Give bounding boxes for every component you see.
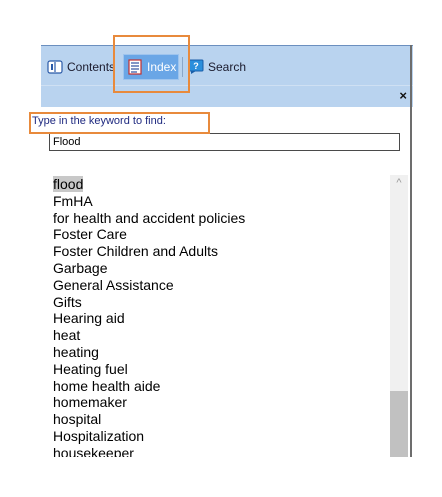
tab-search[interactable]: ? Search	[188, 55, 246, 79]
index-list-item[interactable]: flood	[53, 176, 383, 193]
tab-index[interactable]: Index	[123, 54, 179, 80]
index-list-item-label: Hospitalization	[53, 427, 145, 444]
index-list-item[interactable]: homemaker	[53, 394, 383, 411]
svg-text:?: ?	[193, 61, 199, 71]
panel-right-border	[410, 45, 412, 457]
scroll-up-arrow-icon[interactable]: ^	[390, 177, 408, 193]
index-list-item[interactable]: Foster Care	[53, 226, 383, 243]
index-list-item[interactable]: FmHA	[53, 193, 383, 210]
keyword-prompt-label: Type in the keyword to find:	[32, 115, 166, 127]
keyword-search-input[interactable]	[49, 133, 400, 151]
index-list-item[interactable]: Gifts	[53, 294, 383, 311]
tab-contents-label: Contents	[67, 60, 116, 74]
index-list-item-label: flood	[53, 176, 84, 192]
close-icon[interactable]: ×	[399, 88, 407, 103]
index-list-item-label: Garbage	[53, 259, 108, 276]
tab-index-label: Index	[147, 60, 177, 74]
tab-search-label: Search	[208, 60, 247, 74]
tab-contents[interactable]: Contents	[47, 55, 115, 79]
index-list-item[interactable]: Heating fuel	[53, 361, 383, 378]
index-list-item[interactable]: General Assistance	[53, 277, 383, 294]
scrollbar-thumb[interactable]	[390, 391, 408, 457]
index-list-item-label: for health and accident policies	[53, 209, 246, 226]
index-list-item-label: homemaker	[53, 394, 127, 411]
search-help-icon: ?	[188, 59, 204, 75]
index-list-item-label: Gifts	[53, 293, 82, 310]
index-list-item-label: heat	[53, 327, 81, 344]
navigation-tab-bar: Contents Index ? Search	[41, 45, 413, 85]
index-list-item-label: General Assistance	[53, 276, 174, 293]
index-list-item-label: home health aide	[53, 377, 161, 394]
index-list-item-label: hospital	[53, 411, 102, 428]
index-list-item[interactable]: heating	[53, 344, 383, 361]
index-list-item[interactable]: heat	[53, 327, 383, 344]
panel-header-bar: ×	[41, 85, 413, 107]
index-keyword-list: flood FmHA for health and accident policie…	[53, 176, 383, 457]
index-list-item-label: heating	[53, 343, 99, 360]
index-list-item[interactable]: hospital	[53, 411, 383, 428]
index-list-item[interactable]: housekeeper	[53, 445, 383, 457]
index-list-item-label: Heating fuel	[53, 360, 128, 377]
book-icon	[47, 59, 63, 75]
index-list-item[interactable]: Foster Children and Adults	[53, 243, 383, 260]
index-list-item[interactable]: Hospitalization	[53, 428, 383, 445]
index-list-item[interactable]: Hearing aid	[53, 310, 383, 327]
index-list-item-label: Hearing aid	[53, 310, 125, 327]
index-list-item[interactable]: Garbage	[53, 260, 383, 277]
index-list-item[interactable]: for health and accident policies	[53, 210, 383, 227]
index-list-item-label: Foster Children and Adults	[53, 243, 218, 260]
index-list-scrollbar[interactable]: ^	[390, 175, 408, 457]
index-list-item-label: housekeeper	[53, 444, 134, 457]
index-page-icon	[127, 59, 143, 75]
index-list-item-label: FmHA	[53, 192, 93, 209]
index-list-item-label: Foster Care	[53, 226, 127, 243]
tab-divider	[182, 57, 183, 77]
index-list-item[interactable]: home health aide	[53, 378, 383, 395]
